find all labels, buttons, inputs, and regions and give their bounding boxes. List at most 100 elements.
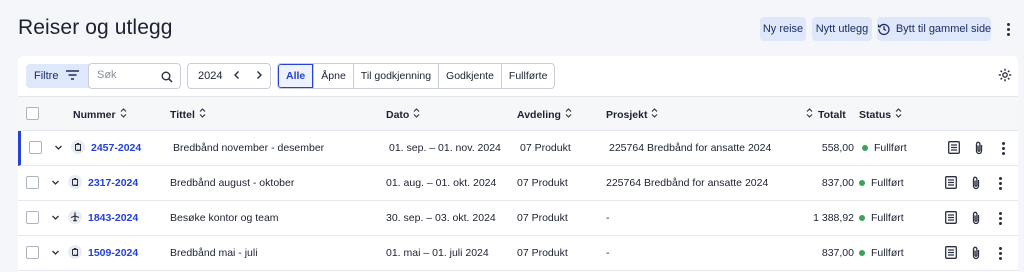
segment-open[interactable]: Åpne	[313, 64, 353, 88]
receipt-icon	[68, 245, 82, 262]
row-number-link[interactable]: 1509-2024	[88, 247, 138, 259]
column-status-label: Status	[859, 108, 892, 121]
chevron-down-icon[interactable]	[51, 178, 60, 190]
travel-table: Nummer Tittel Dato Avdeling Prosjekt Tot…	[18, 96, 1018, 271]
status-filter-segments: Alle Åpne Til godkjenning Godkjente Full…	[277, 63, 556, 89]
column-project-label: Prosjekt	[606, 108, 648, 121]
status-label: Fullført	[871, 177, 904, 189]
year-value: 2024	[198, 70, 223, 82]
chevron-down-icon[interactable]	[51, 213, 60, 225]
row-project: -	[606, 212, 610, 224]
receipt-icon	[71, 140, 85, 157]
column-total[interactable]: Totalt	[806, 108, 846, 121]
row-project: -	[606, 247, 610, 259]
row-number-link[interactable]: 2317-2024	[88, 177, 138, 189]
paperclip-icon[interactable]	[971, 246, 981, 263]
row-menu-icon[interactable]	[998, 247, 1002, 260]
sort-icon	[895, 108, 902, 121]
row-number-link[interactable]: 1843-2024	[88, 212, 138, 224]
row-menu-icon[interactable]	[998, 212, 1002, 225]
column-date-label: Dato	[386, 108, 410, 121]
sort-icon	[199, 108, 206, 121]
document-icon[interactable]	[948, 141, 960, 157]
search-icon[interactable]	[161, 70, 173, 88]
row-total: 837,00	[821, 177, 854, 189]
paperclip-icon[interactable]	[971, 176, 981, 193]
row-menu-icon[interactable]	[1001, 142, 1005, 155]
more-actions-icon[interactable]	[1006, 23, 1010, 36]
row-checkbox[interactable]	[26, 176, 39, 189]
row-title: Bredbånd mai - juli	[170, 247, 258, 259]
row-department: 07 Produkt	[520, 142, 571, 154]
column-total-label: Totalt	[818, 108, 846, 121]
row-number-link[interactable]: 2457-2024	[91, 142, 141, 154]
chevron-down-icon[interactable]	[51, 248, 60, 260]
search-input[interactable]	[97, 69, 157, 81]
column-number-label: Nummer	[73, 108, 116, 121]
status-dot	[859, 250, 865, 256]
sort-icon	[120, 108, 127, 121]
segment-all[interactable]: Alle	[278, 64, 314, 88]
select-all-checkbox[interactable]	[26, 107, 39, 120]
column-department-label: Avdeling	[517, 108, 561, 121]
row-date: 01. mai – 01. juli 2024	[386, 247, 489, 259]
paperclip-icon[interactable]	[971, 211, 981, 228]
page-title: Reiser og utlegg	[18, 16, 173, 39]
column-number[interactable]: Nummer	[73, 108, 127, 121]
status-label: Fullført	[871, 247, 904, 259]
status-label: Fullført	[874, 142, 907, 154]
year-picker: 2024	[187, 63, 271, 89]
status-badge: Fullført	[859, 212, 904, 224]
status-badge: Fullført	[859, 247, 904, 259]
column-title[interactable]: Tittel	[170, 108, 206, 121]
table-row[interactable]: 2317-2024 Bredbånd august - oktober 01. …	[18, 166, 1018, 201]
segment-approved[interactable]: Godkjente	[438, 64, 501, 88]
status-dot	[862, 145, 868, 151]
table-body: 2457-2024 Bredbånd november - desember 0…	[18, 131, 1018, 271]
sort-icon	[806, 108, 813, 121]
segment-completed[interactable]: Fullførte	[500, 64, 555, 88]
column-department[interactable]: Avdeling	[517, 108, 572, 121]
row-checkbox[interactable]	[29, 141, 42, 154]
row-checkbox[interactable]	[26, 211, 39, 224]
table-row[interactable]: 1509-2024 Bredbånd mai - juli 01. mai – …	[18, 236, 1018, 271]
new-trip-button[interactable]: Ny reise	[760, 17, 806, 41]
gear-icon[interactable]	[998, 68, 1012, 87]
document-icon[interactable]	[945, 176, 957, 192]
status-badge: Fullført	[862, 142, 907, 154]
table-row[interactable]: 1843-2024 Besøke kontor og team 30. sep.…	[18, 201, 1018, 236]
row-menu-icon[interactable]	[998, 177, 1002, 190]
table-row[interactable]: 2457-2024 Bredbånd november - desember 0…	[18, 131, 1018, 166]
table-header: Nummer Tittel Dato Avdeling Prosjekt Tot…	[18, 96, 1018, 131]
history-icon	[877, 22, 891, 36]
status-dot	[859, 215, 865, 221]
status-dot	[859, 180, 865, 186]
switch-old-page-button[interactable]: Bytt til gammel side	[877, 17, 991, 41]
new-expense-button[interactable]: Nytt utlegg	[812, 17, 872, 41]
sort-icon	[565, 108, 572, 121]
document-icon[interactable]	[945, 246, 957, 262]
row-date: 01. aug. – 01. okt. 2024	[386, 177, 497, 189]
row-total: 837,00	[821, 247, 854, 259]
document-icon[interactable]	[945, 211, 957, 227]
travel-list-card: Filtre 2024 Alle Åpne Til godkjenning Go…	[18, 56, 1018, 272]
search-field[interactable]	[88, 63, 181, 89]
paperclip-icon[interactable]	[974, 141, 984, 158]
column-status[interactable]: Status	[859, 108, 902, 121]
chevron-left-icon[interactable]	[232, 69, 242, 84]
chevron-right-icon[interactable]	[254, 69, 264, 84]
row-total: 558,00	[821, 142, 854, 154]
filter-icon	[66, 69, 80, 83]
column-project[interactable]: Prosjekt	[606, 108, 658, 121]
receipt-icon	[68, 175, 82, 192]
column-date[interactable]: Dato	[386, 108, 420, 121]
row-date: 01. sep. – 01. nov. 2024	[389, 142, 501, 154]
row-title: Bredbånd august - oktober	[170, 177, 295, 189]
row-total: 1 388,92	[813, 212, 854, 224]
chevron-down-icon[interactable]	[54, 143, 63, 155]
sort-icon	[413, 108, 420, 121]
segment-pending-approval[interactable]: Til godkjenning	[352, 64, 438, 88]
row-department: 07 Produkt	[517, 247, 568, 259]
status-label: Fullført	[871, 212, 904, 224]
row-checkbox[interactable]	[26, 246, 39, 259]
